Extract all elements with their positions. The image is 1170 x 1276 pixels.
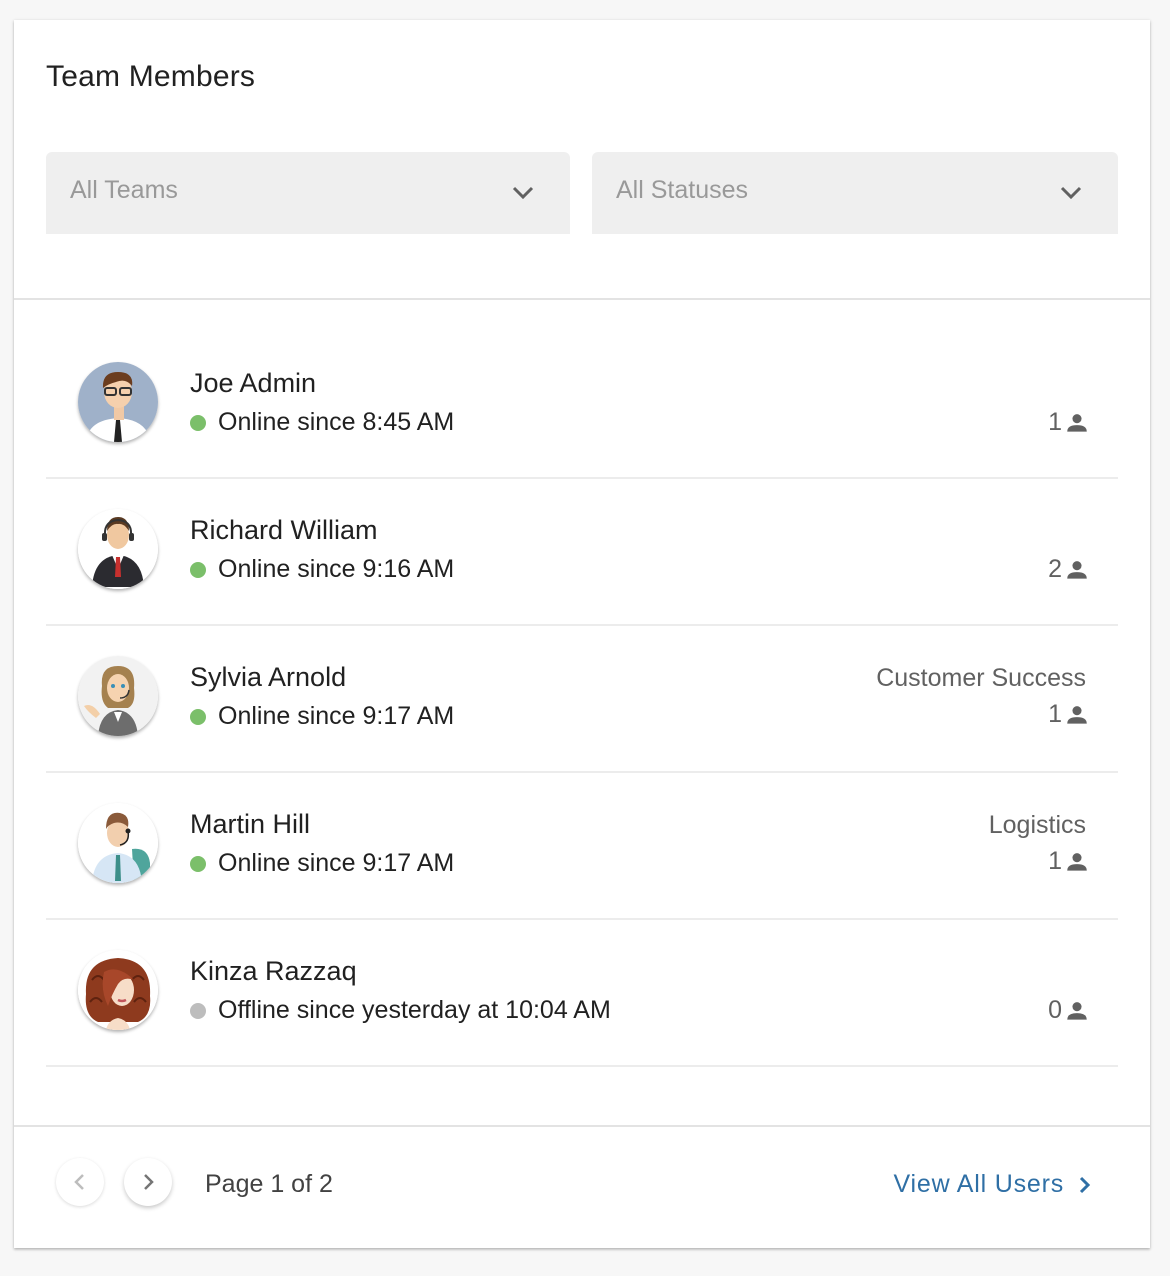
chevron-down-icon (1060, 186, 1082, 200)
member-count-value: 1 (1048, 847, 1062, 875)
avatar-martin-icon (78, 803, 158, 883)
member-count: 1 (1048, 700, 1090, 729)
avatar-joe-icon (78, 362, 158, 442)
member-row[interactable]: Kinza Razzaq Offline since yesterday at … (46, 920, 1118, 1067)
member-name: Sylvia Arnold (190, 662, 347, 692)
member-name: Joe Admin (190, 368, 317, 398)
member-status: Online since 9:17 AM (190, 849, 454, 878)
member-name: Martin Hill (190, 809, 311, 839)
avatar (78, 803, 158, 883)
member-status: Online since 9:17 AM (190, 702, 454, 731)
member-row[interactable]: Sylvia Arnold Online since 9:17 AM Custo… (46, 626, 1118, 773)
member-count: 0 (1048, 996, 1090, 1025)
chevron-left-icon (74, 1174, 84, 1190)
member-row[interactable]: Richard William Online since 9:16 AM 2 (46, 479, 1118, 626)
member-status: Offline since yesterday at 10:04 AM (190, 996, 611, 1025)
person-icon (1067, 1001, 1087, 1020)
avatar (78, 509, 158, 589)
avatar-richard-icon (78, 509, 158, 589)
member-count-value: 0 (1048, 996, 1062, 1024)
page-indicator: Page 1 of 2 (205, 1170, 333, 1198)
statuses-filter-value: All Statuses (616, 176, 749, 204)
member-team-label: Logistics (988, 811, 1086, 839)
member-status-text: Online since 9:16 AM (218, 555, 455, 583)
previous-page-button[interactable] (56, 1158, 104, 1206)
view-all-users-label: View All Users (893, 1170, 1064, 1198)
member-status-text: Offline since yesterday at 10:04 AM (218, 996, 611, 1024)
member-row[interactable]: Martin Hill Online since 9:17 AM Logisti… (46, 773, 1118, 920)
member-row[interactable]: Joe Admin Online since 8:45 AM 1 (46, 332, 1118, 479)
team-members-card: Team Members All Teams All Statuses Joe … (14, 20, 1150, 1248)
card-title: Team Members (46, 60, 256, 93)
member-status-text: Online since 8:45 AM (218, 408, 455, 436)
chevron-right-icon (1079, 1176, 1091, 1193)
statuses-filter-select[interactable]: All Statuses (592, 152, 1118, 234)
avatar-sylvia-icon (78, 656, 158, 736)
member-list: Joe Admin Online since 8:45 AM 1 Richard… (46, 332, 1118, 1067)
member-status: Online since 8:45 AM (190, 408, 454, 437)
offline-status-dot-icon (190, 1002, 206, 1019)
view-all-users-link[interactable]: View All Users (893, 1170, 1094, 1199)
avatar (78, 950, 158, 1030)
member-count-value: 1 (1048, 408, 1062, 436)
member-name: Kinza Razzaq (190, 956, 357, 986)
next-page-button[interactable] (124, 1158, 172, 1206)
member-count: 1 (1048, 408, 1090, 437)
member-team-label: Customer Success (876, 664, 1086, 692)
footer-divider (14, 1125, 1150, 1127)
online-status-dot-icon (190, 855, 206, 872)
person-icon (1067, 560, 1087, 579)
member-status: Online since 9:16 AM (190, 555, 454, 584)
chevron-down-icon (512, 186, 534, 200)
teams-filter-select[interactable]: All Teams (46, 152, 570, 234)
online-status-dot-icon (190, 414, 206, 431)
member-count-value: 2 (1048, 555, 1062, 583)
member-status-text: Online since 9:17 AM (218, 849, 455, 877)
avatar (78, 362, 158, 442)
member-count: 1 (1048, 847, 1090, 876)
person-icon (1067, 852, 1087, 871)
person-icon (1067, 413, 1087, 432)
teams-filter-value: All Teams (70, 176, 178, 204)
person-icon (1067, 705, 1087, 724)
online-status-dot-icon (190, 708, 206, 725)
avatar-kinza-icon (78, 950, 158, 1030)
header-divider (14, 298, 1150, 300)
chevron-right-icon (144, 1174, 154, 1190)
online-status-dot-icon (190, 561, 206, 578)
member-name: Richard William (190, 515, 378, 545)
member-count-value: 1 (1048, 700, 1062, 728)
member-status-text: Online since 9:17 AM (218, 702, 455, 730)
avatar (78, 656, 158, 736)
member-count: 2 (1048, 555, 1090, 584)
